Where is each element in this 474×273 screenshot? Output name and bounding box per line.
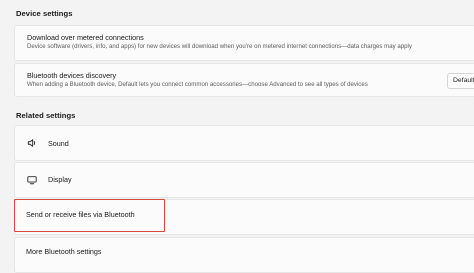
related-item-sound-label: Sound — [48, 139, 69, 148]
bluetooth-discovery-description: When adding a Bluetooth device, Default … — [27, 81, 368, 88]
related-item-display-label: Display — [48, 175, 72, 184]
related-item-more-bluetooth-label: More Bluetooth settings — [26, 247, 102, 256]
related-item-more-bluetooth[interactable]: More Bluetooth settings — [14, 237, 474, 273]
bluetooth-discovery-card: Bluetooth devices discovery When adding … — [14, 63, 474, 97]
bluetooth-discovery-title: Bluetooth devices discovery — [27, 71, 117, 80]
highlight-box — [14, 199, 165, 232]
related-item-display[interactable]: Display — [14, 162, 474, 198]
monitor-icon — [27, 175, 37, 185]
related-settings-heading: Related settings — [16, 111, 76, 120]
speaker-icon — [27, 138, 37, 148]
discovery-mode-dropdown[interactable]: Default — [447, 73, 474, 89]
metered-connections-card[interactable]: Download over metered connections Device… — [14, 25, 474, 61]
device-settings-heading: Device settings — [16, 9, 73, 18]
related-item-sound[interactable]: Sound — [14, 125, 474, 161]
metered-connections-title: Download over metered connections — [27, 33, 144, 42]
metered-connections-description: Device software (drivers, info, and apps… — [27, 43, 412, 50]
